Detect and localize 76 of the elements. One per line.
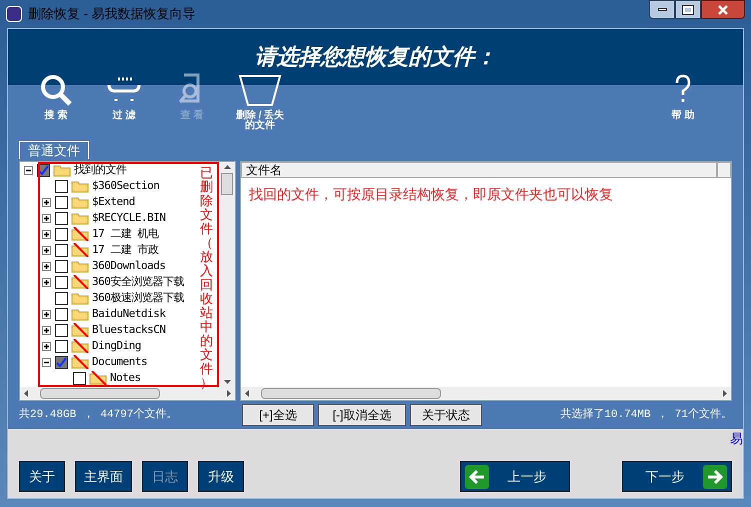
checkbox[interactable] <box>55 228 68 240</box>
checkbox[interactable] <box>55 324 68 336</box>
tree-item[interactable]: 360安全浏览器下载 <box>92 275 184 289</box>
toolbar-button[interactable]: 过 滤 <box>96 71 152 121</box>
close-button[interactable] <box>701 0 745 19</box>
tree-item[interactable]: Documents <box>92 355 148 369</box>
tree-item[interactable]: BluestacksCN <box>92 323 166 337</box>
expand-button[interactable] <box>42 310 51 318</box>
toolbar-button[interactable]: 删除 / 丢失 的文件 <box>232 71 288 131</box>
cut-text: 易 <box>730 430 743 448</box>
checkbox[interactable] <box>55 244 68 256</box>
checkbox[interactable] <box>55 180 68 192</box>
checkbox[interactable] <box>73 372 86 384</box>
checkbox[interactable] <box>55 212 68 224</box>
total-summary: 共29.48GB ， 44797个文件。 <box>19 406 178 423</box>
vertical-scrollbar[interactable] <box>219 162 235 387</box>
up-arrow-icon[interactable] <box>224 165 230 169</box>
checkbox[interactable] <box>55 260 68 272</box>
expand-button[interactable] <box>42 198 51 206</box>
left-arrow-icon[interactable] <box>24 390 28 397</box>
expand-button[interactable] <box>42 326 51 334</box>
tree-item[interactable]: 找到的文件 <box>74 163 126 177</box>
right-arrow-icon[interactable] <box>723 390 727 397</box>
collapse-button[interactable] <box>24 166 33 174</box>
checkbox[interactable] <box>55 292 68 304</box>
tree-item[interactable]: 360Downloads <box>92 259 166 273</box>
search-icon <box>39 73 73 107</box>
page-title: 请选择您想恢复的文件： <box>254 43 496 72</box>
maximize-button[interactable] <box>675 0 701 19</box>
expand-button[interactable] <box>42 278 51 286</box>
tree-item[interactable]: $Extend <box>92 195 135 209</box>
expand-button[interactable] <box>42 342 51 350</box>
checkbox[interactable] <box>55 276 68 288</box>
scrollbar-thumb[interactable] <box>261 388 441 399</box>
tree-item[interactable]: BaiduNetdisk <box>92 307 166 321</box>
selection-button[interactable]: [+]全选 <box>242 404 314 426</box>
tree-item[interactable]: Notes <box>110 371 141 385</box>
selection-button[interactable]: 关于状态 <box>410 404 482 426</box>
down-arrow-icon[interactable] <box>224 380 230 384</box>
expand-button[interactable] <box>42 214 51 222</box>
window-title: 删除恢复 - 易我数据恢复向导 <box>28 5 196 24</box>
tree-item[interactable]: 360极速浏览器下载 <box>92 291 184 305</box>
app-icon <box>6 6 22 22</box>
left-arrow-icon[interactable] <box>245 390 249 397</box>
footer-button[interactable]: 关于 <box>19 461 65 492</box>
checkbox[interactable] <box>55 196 68 208</box>
toolbar-button[interactable]: 帮 助 <box>655 71 711 121</box>
right-arrow-icon[interactable] <box>227 390 231 397</box>
footer-button[interactable]: 升级 <box>198 461 244 492</box>
tree-item[interactable]: DingDing <box>92 339 141 353</box>
collapse-button[interactable] <box>42 358 51 366</box>
scrollbar-thumb[interactable] <box>40 388 160 399</box>
selection-button[interactable]: [-]取消全选 <box>318 404 406 426</box>
minimize-button[interactable] <box>649 0 675 19</box>
tree-item[interactable]: $360Section <box>92 179 160 193</box>
tree-item[interactable]: 17 二建 市政 <box>92 243 158 257</box>
expand-button[interactable] <box>42 246 51 254</box>
horizontal-scrollbar[interactable] <box>241 387 731 400</box>
scrollbar-thumb[interactable] <box>221 173 233 195</box>
toolbar-button[interactable]: 搜 索 <box>28 71 84 121</box>
footer-button[interactable]: 主界面 <box>75 461 132 492</box>
selection-summary: 共选择了10.74MB ， 71个文件。 <box>560 406 732 423</box>
column-header[interactable]: 文件名 <box>241 162 717 178</box>
expand-button[interactable] <box>42 230 51 238</box>
nav-button[interactable]: 上一步 <box>460 461 570 492</box>
checkbox[interactable] <box>55 356 68 368</box>
checkbox[interactable] <box>55 308 68 320</box>
annotation-text: 找回的文件，可按原目录结构恢复，即原文件夹也可以恢复 <box>248 185 614 204</box>
trapezoid-icon <box>238 73 282 107</box>
tab[interactable]: 普通文件 <box>19 141 89 159</box>
expand-button[interactable] <box>42 262 51 270</box>
close-icon <box>718 4 728 14</box>
tree-item[interactable]: $RECYCLE.BIN <box>92 211 166 225</box>
tree-item[interactable]: 17 二建 机电 <box>92 227 158 241</box>
nav-button[interactable]: 下一步 <box>622 461 732 492</box>
checkbox[interactable] <box>55 340 68 352</box>
